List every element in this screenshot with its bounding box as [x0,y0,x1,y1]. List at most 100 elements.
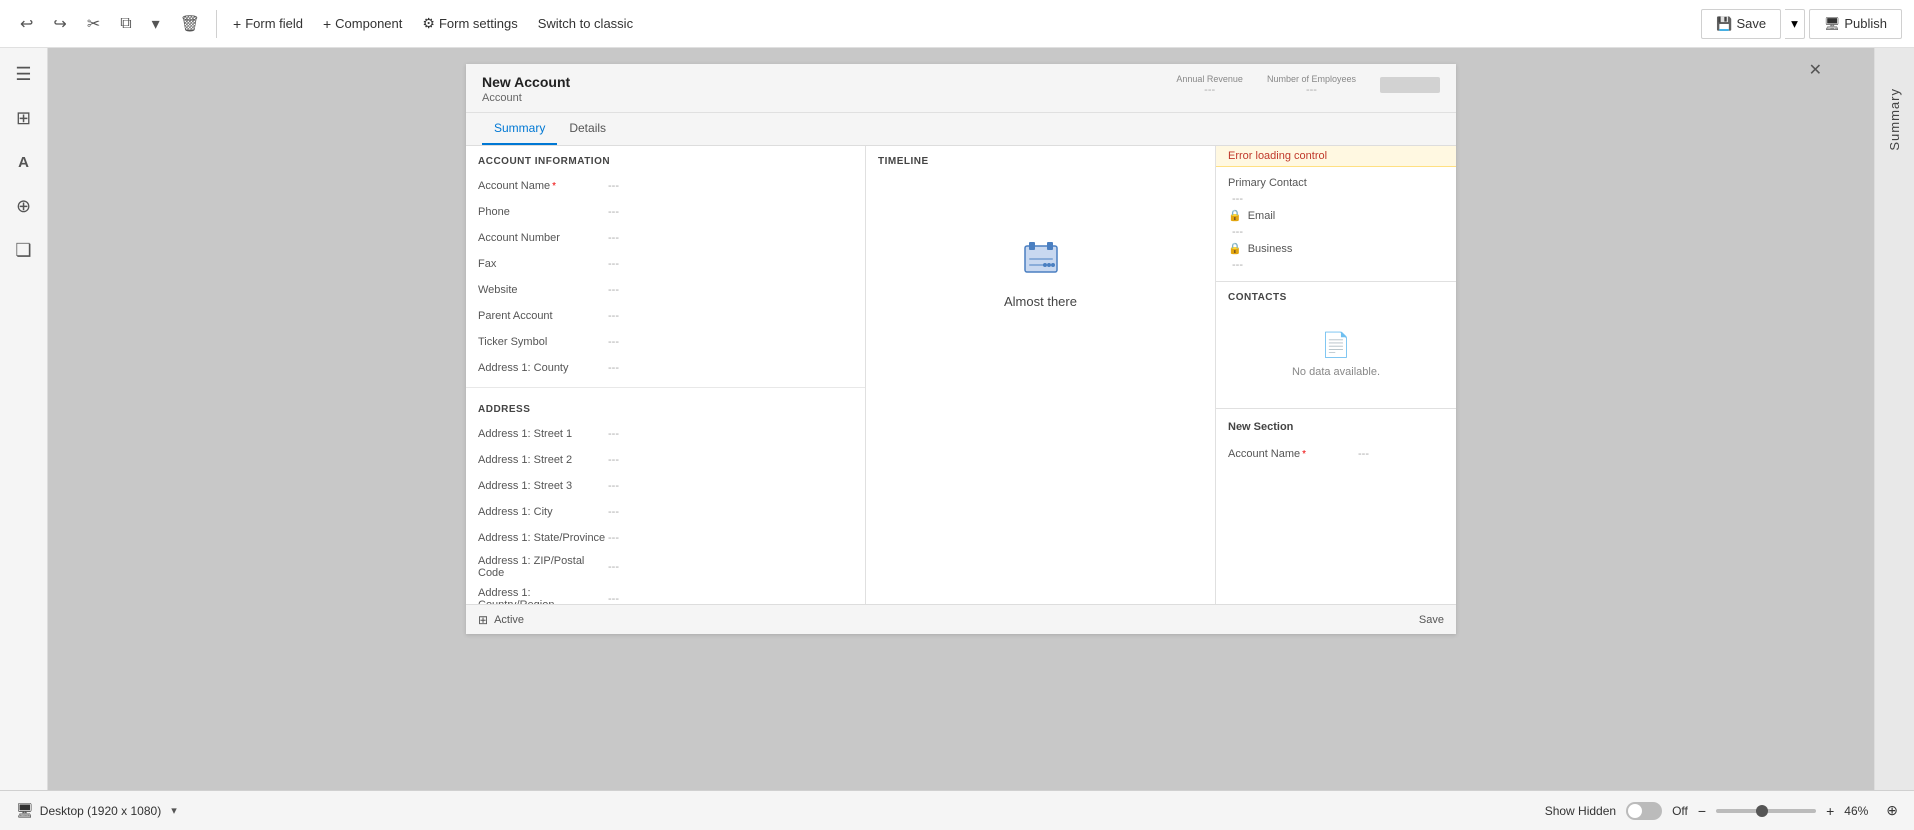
table-row: Phone --- [466,199,865,225]
field-label-street3: Address 1: Street 3 [478,480,608,492]
field-value-ticker-symbol: --- [608,336,619,348]
dropdown-button[interactable]: ▾ [144,10,168,38]
show-hidden-label: Show Hidden [1545,804,1616,818]
form-settings-button[interactable]: ⚙ Form settings [414,11,525,36]
redo-button[interactable]: ↪ [45,10,74,38]
lock-icon-email: 🔒 [1228,209,1242,222]
component-label: Component [335,16,402,31]
right-summary-panel: Summary [1874,48,1914,830]
zoom-value: 46% [1844,804,1876,818]
table-row: Address 1: County --- [466,355,865,381]
switch-classic-label: Switch to classic [538,16,633,31]
zoom-slider-thumb [1756,805,1768,817]
annual-revenue-field: Annual Revenue --- [1176,74,1243,96]
field-value-street1: --- [608,428,619,440]
sidebar-item-components[interactable]: ❏ [6,232,42,268]
table-row: Address 1: Street 2 --- [466,447,865,473]
panel-close-button[interactable]: ✕ [1805,56,1826,84]
field-label-parent-account: Parent Account [478,310,608,322]
save-button[interactable]: 💾 Save [1701,9,1781,39]
plus-icon: + [233,16,241,32]
cut-icon: ✂ [87,14,100,34]
table-row: Ticker Symbol --- [466,329,865,355]
email-label: Email [1248,210,1276,222]
primary-contact-value: --- [1232,193,1444,205]
field-value-street3: --- [608,480,619,492]
redo-icon: ↪ [53,14,66,34]
undo-button[interactable]: ↩ [12,10,41,38]
sidebar-item-text[interactable]: A [6,144,42,180]
field-label-address-county: Address 1: County [478,362,608,374]
save-dropdown-button[interactable]: ▾ [1785,9,1805,39]
table-row: Fax --- [466,251,865,277]
sidebar-item-menu[interactable]: ☰ [6,56,42,92]
business-label: Business [1248,243,1293,255]
section-divider-1 [466,387,865,388]
field-value-account-name: --- [608,180,619,192]
left-sidebar: ☰ ⊞ A ⊕ ❏ [0,48,48,830]
cut-button[interactable]: ✂ [79,10,108,38]
copy-button[interactable]: ⧉ [112,11,139,37]
field-value-state: --- [608,532,619,544]
fit-icon[interactable]: ⊕ [1886,802,1898,819]
publish-label: Publish [1844,16,1887,31]
timeline-icon [1021,238,1061,286]
field-value-street2: --- [608,454,619,466]
form-preview: New Account Account Annual Revenue --- N… [466,64,1456,634]
no-data-area: 📄 No data available. [1228,311,1444,398]
sidebar-item-layers[interactable]: ⊕ [6,188,42,224]
zoom-plus-button[interactable]: + [1826,803,1834,819]
form-left-column: ACCOUNT INFORMATION Account Name* --- Ph… [466,146,866,615]
zoom-minus-button[interactable]: − [1698,803,1706,819]
timeline-header: Timeline [866,146,1215,173]
form-tabs: Summary Details [466,113,1456,146]
save-icon: 💾 [1716,16,1732,32]
form-bottom-bar: ⊞ Active Save [466,604,1456,634]
field-value-fax: --- [608,258,619,270]
undo-icon: ↩ [20,14,33,34]
switch-classic-button[interactable]: Switch to classic [530,12,641,35]
bottom-toolbar: 🖥 Desktop (1920 x 1080) ▾ Show Hidden Of… [0,790,1914,830]
email-value: --- [1232,226,1444,238]
field-value-account-number: --- [608,232,619,244]
num-employees-field: Number of Employees --- [1267,74,1356,96]
add-component-button[interactable]: + Component [315,12,410,36]
copy-icon: ⧉ [120,15,131,33]
field-label-account-name: Account Name* [478,180,608,192]
zoom-slider[interactable] [1716,809,1816,813]
address-header: ADDRESS [466,394,865,421]
field-value-phone: --- [608,206,619,218]
field-label-street2: Address 1: Street 2 [478,454,608,466]
field-value-zip: --- [608,561,619,573]
tab-summary[interactable]: Summary [482,113,557,145]
contacts-section: CONTACTS 📄 No data available. [1216,282,1456,408]
form-body: ACCOUNT INFORMATION Account Name* --- Ph… [466,146,1456,615]
desktop-dropdown-button[interactable]: ▾ [167,802,181,819]
toggle-knob [1628,804,1642,818]
add-form-field-button[interactable]: + Form field [225,12,311,36]
field-value-parent-account: --- [608,310,619,322]
field-label-website: Website [478,284,608,296]
canvas-area: New Account Account Annual Revenue --- N… [48,48,1874,830]
plus-icon-2: + [323,16,331,32]
delete-button[interactable]: 🗑 [172,10,208,38]
business-row: 🔒 Business [1228,238,1444,259]
new-section-field-label: Account Name* [1228,448,1358,460]
form-field-label: Form field [245,16,303,31]
publish-button[interactable]: 🖥 Publish [1809,9,1902,39]
form-center-column: Timeline [866,146,1216,615]
field-label-account-number: Account Number [478,232,608,244]
desktop-label: Desktop (1920 x 1080) [40,804,161,818]
business-value: --- [1232,259,1444,271]
form-right-column: Error loading control Primary Contact --… [1216,146,1456,615]
table-row: Parent Account --- [466,303,865,329]
sidebar-item-dashboard[interactable]: ⊞ [6,100,42,136]
zoom-slider-container [1716,809,1816,813]
field-label-state: Address 1: State/Province [478,532,608,544]
no-data-icon: 📄 [1321,331,1351,360]
header-blur-control [1380,77,1440,93]
show-hidden-toggle[interactable] [1626,802,1662,820]
divider-1 [216,10,217,38]
main-toolbar: ↩ ↪ ✂ ⧉ ▾ 🗑 + Form field + Component ⚙ F… [0,0,1914,48]
tab-details[interactable]: Details [557,113,618,145]
